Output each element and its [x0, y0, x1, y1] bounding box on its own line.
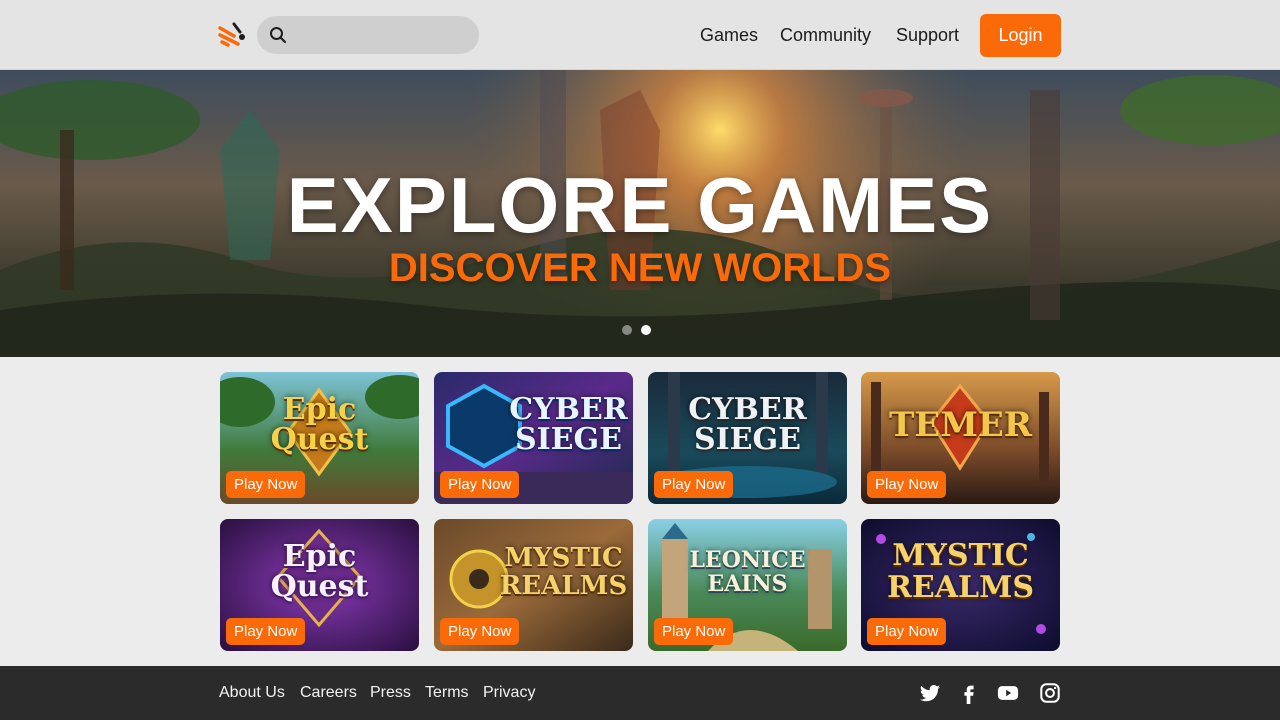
- game-card-mystic-realms[interactable]: MYSTIC REALMS Play Now: [434, 519, 633, 651]
- footer-link-privacy[interactable]: Privacy: [483, 666, 535, 720]
- play-now-button[interactable]: Play Now: [440, 618, 520, 645]
- footer-link-press[interactable]: Press: [370, 666, 411, 720]
- hero-banner[interactable]: EXPLORE GAMES DISCOVER NEW WORLDS: [0, 70, 1280, 357]
- top-navbar: Games Community Support Login: [0, 0, 1280, 70]
- hero-title: EXPLORE GAMES: [286, 161, 994, 249]
- play-now-button[interactable]: Play Now: [654, 618, 734, 645]
- game-card-temer[interactable]: TEMER Play Now: [861, 372, 1060, 504]
- play-now-button[interactable]: Play Now: [654, 471, 734, 498]
- game-card-cyber-siege-2[interactable]: CYBER SIEGE Play Now: [648, 372, 847, 504]
- play-now-button[interactable]: Play Now: [226, 471, 306, 498]
- instagram-icon[interactable]: [1039, 682, 1061, 704]
- site-footer: About Us Careers Press Terms Privacy: [0, 666, 1280, 720]
- game-card-mystic-realms-2[interactable]: MYSTIC REALMS Play Now: [861, 519, 1060, 651]
- game-card-epic-quest-2[interactable]: Epic Quest Play Now: [220, 519, 419, 651]
- play-now-button[interactable]: Play Now: [867, 471, 947, 498]
- twitter-icon[interactable]: [919, 682, 941, 704]
- nav-games[interactable]: Games: [700, 0, 758, 70]
- search-icon: [270, 27, 287, 44]
- login-button[interactable]: Login: [980, 14, 1061, 57]
- hero-subtitle: DISCOVER NEW WORLDS: [388, 246, 892, 290]
- game-card-leonice-eains[interactable]: LEONICE EAINS Play Now: [648, 519, 847, 651]
- nav-community[interactable]: Community: [780, 0, 871, 70]
- carousel-dot-2-active[interactable]: [641, 325, 651, 335]
- search-input[interactable]: [297, 16, 469, 54]
- footer-link-terms[interactable]: Terms: [425, 666, 469, 720]
- game-card-cyber-siege[interactable]: CYBER SIEGE Play Now: [434, 372, 633, 504]
- play-now-button[interactable]: Play Now: [440, 471, 520, 498]
- play-now-button[interactable]: Play Now: [226, 618, 306, 645]
- game-card-epic-quest[interactable]: Epic Quest Play Now: [220, 372, 419, 504]
- play-now-button[interactable]: Play Now: [867, 618, 947, 645]
- facebook-icon[interactable]: [958, 682, 980, 704]
- search-box[interactable]: [257, 16, 479, 54]
- footer-link-about-us[interactable]: About Us: [219, 666, 285, 720]
- carousel-dot-1[interactable]: [622, 325, 632, 335]
- youtube-icon[interactable]: [997, 682, 1019, 704]
- footer-link-careers[interactable]: Careers: [300, 666, 357, 720]
- nav-support[interactable]: Support: [896, 0, 959, 70]
- brand-logo-icon[interactable]: [218, 22, 246, 48]
